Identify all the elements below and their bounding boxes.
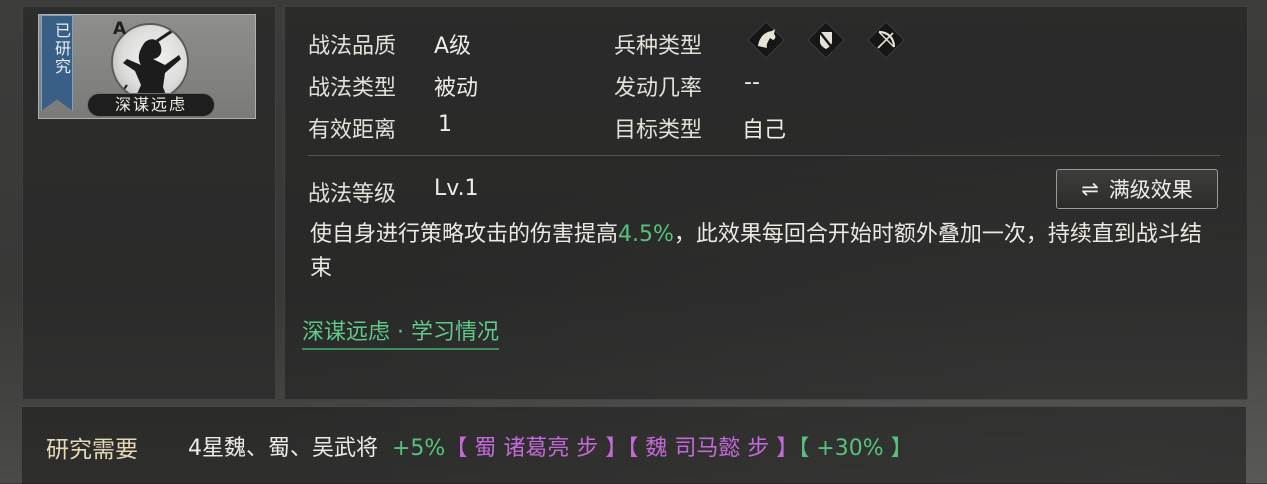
trigger-rate-label: 发动几率 [614,76,703,101]
range-label: 有效距离 [308,118,397,143]
swap-arrows-icon: ⇌ [1081,177,1099,201]
target-type-label: 目标类型 [614,118,703,143]
max-level-effect-label: 满级效果 [1108,178,1193,202]
skill-level-value: Lv.1 [434,176,479,201]
shield-icon [807,21,845,59]
skill-level-label: 战法等级 [308,182,397,207]
requirement-general-zhuge-liang[interactable]: 【 蜀 诸葛亮 步 】 [445,436,627,461]
target-type-value: 自己 [742,118,787,143]
learning-status-link[interactable]: 深谋远虑 · 学习情况 [302,314,499,350]
max-level-effect-button[interactable]: ⇌ 满级效果 [1056,169,1218,209]
type-label: 战法类型 [308,76,397,101]
bow-icon [867,21,905,59]
trigger-rate-value: -- [744,70,760,95]
type-value: 被动 [434,76,479,101]
quality-label: 战法品质 [308,34,397,59]
section-divider [308,155,1220,156]
description-highlight-value: 4.5% [618,222,674,247]
cavalry-icon [747,21,785,59]
description-text-before: 使自身进行策略攻击的伤害提高 [310,222,619,247]
skill-description: 使自身进行策略攻击的伤害提高4.5%，此效果每回合开始时额外叠加一次，持续直到战… [310,218,1220,286]
requirement-bonus-generals: 【 +30% 】 [798,436,913,461]
requirement-text: 4星魏、蜀、吴武将 [188,436,378,461]
range-value: 1 [438,112,452,137]
skill-name-plate: 深谋远虑 [87,93,215,117]
grade-badge: A [113,19,127,39]
research-requirement-label: 研究需要 [46,437,138,463]
skill-card[interactable]: 已研究 A 深谋远虑 [38,14,256,119]
requirement-general-sima-yi[interactable]: 【 魏 司马懿 步 】 [627,436,798,461]
researched-ribbon: 已研究 [41,15,73,111]
requirement-bonus: +5% [392,436,446,461]
researched-label: 已研究 [52,22,71,76]
troop-type-label: 兵种类型 [614,34,703,59]
quality-value: A级 [434,34,472,59]
research-requirement-details: 4星魏、蜀、吴武将 +5%【 蜀 诸葛亮 步 】【 魏 司马懿 步 】【 +30… [188,430,913,462]
